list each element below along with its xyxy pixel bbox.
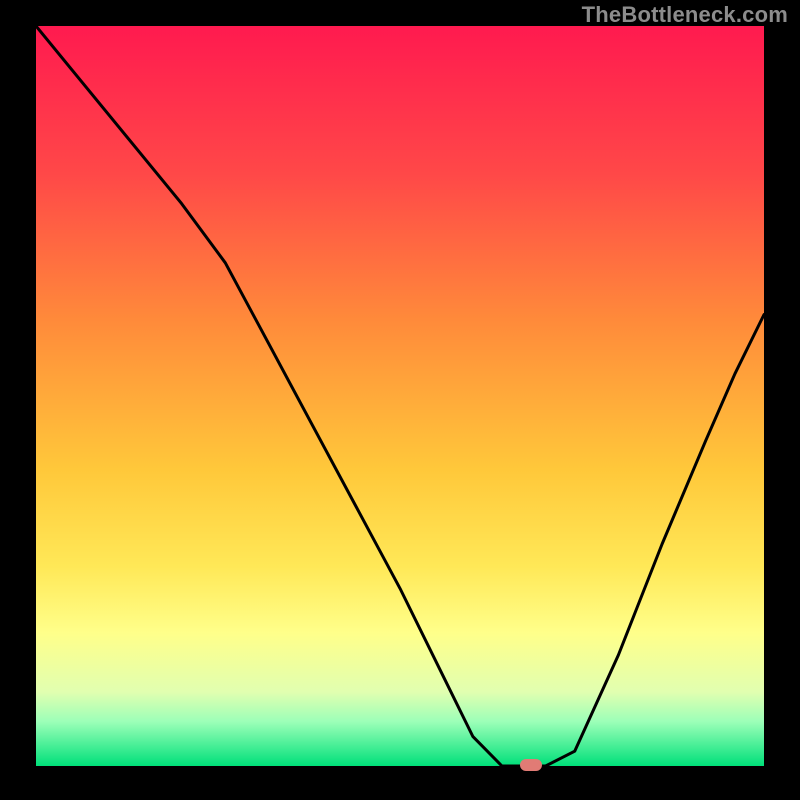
bottleneck-chart [0,0,800,800]
watermark-text: TheBottleneck.com [582,2,788,28]
chart-frame: TheBottleneck.com [0,0,800,800]
heat-gradient-background [36,26,764,766]
optimal-point-marker [520,759,542,771]
